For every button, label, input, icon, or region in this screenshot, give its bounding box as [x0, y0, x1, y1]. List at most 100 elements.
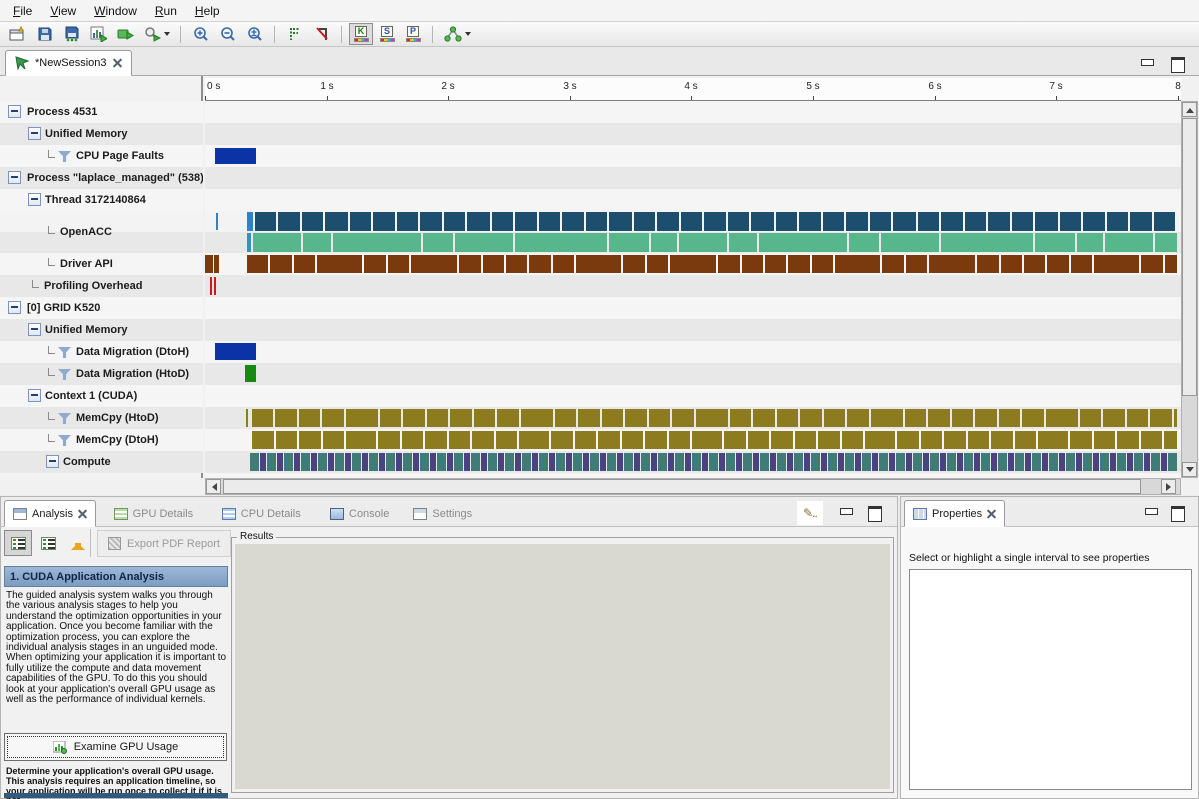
timeline-interval[interactable]	[753, 453, 759, 471]
timeline-interval[interactable]	[497, 409, 519, 427]
filter-funnel-icon[interactable]	[58, 369, 71, 380]
collapse-toggle-icon[interactable]	[8, 301, 21, 314]
timeline-interval[interactable]	[1161, 453, 1167, 471]
timeline-interval[interactable]	[679, 233, 727, 252]
timeline-interval[interactable]	[906, 255, 927, 273]
timeline-interval[interactable]	[981, 453, 990, 471]
timeline-interval[interactable]	[999, 409, 1020, 427]
timeline-interval[interactable]	[1165, 255, 1177, 273]
collapse-toggle-icon[interactable]	[46, 455, 59, 468]
timeline-interval[interactable]	[991, 453, 997, 471]
zoom-fit-button[interactable]	[242, 23, 267, 45]
timeline-interval[interactable]	[1047, 255, 1069, 273]
timeline-interval[interactable]	[214, 255, 219, 273]
timeline-interval[interactable]	[481, 453, 487, 471]
timeline-interval[interactable]	[380, 409, 401, 427]
timeline-interval[interactable]	[215, 148, 256, 164]
timeline-interval[interactable]	[325, 212, 348, 231]
timeline-interval[interactable]	[947, 453, 956, 471]
profile-dropdown-button[interactable]	[140, 23, 173, 45]
save-all-button[interactable]	[59, 23, 84, 45]
timeline-interval[interactable]	[278, 212, 300, 231]
timeline-interval[interactable]	[855, 453, 861, 471]
timeline-interval[interactable]	[532, 453, 538, 471]
timeline-interval[interactable]	[804, 453, 810, 471]
timeline-interval[interactable]	[483, 255, 504, 273]
timeline-interval[interactable]	[270, 255, 292, 273]
timeline-interval[interactable]	[718, 255, 740, 273]
timeline-interval[interactable]	[918, 212, 939, 231]
timeline-interval[interactable]	[301, 453, 310, 471]
timeline-row-label[interactable]: Process 4531	[0, 101, 203, 123]
tab-analysis[interactable]: Analysis	[4, 500, 96, 527]
timeline-interval[interactable]	[447, 453, 453, 471]
timeline-interval[interactable]	[303, 233, 331, 252]
timeline-interval[interactable]	[1035, 212, 1058, 231]
timeline-row-label[interactable]: Data Migration (DtoH)	[0, 341, 203, 363]
timeline-interval[interactable]	[515, 212, 537, 231]
timeline-interval[interactable]	[685, 453, 691, 471]
timeline-interval[interactable]	[294, 453, 300, 471]
view-menu-button[interactable]	[797, 501, 823, 525]
scroll-right-button[interactable]	[1161, 479, 1176, 494]
timeline-interval[interactable]	[553, 255, 574, 273]
timeline-interval[interactable]	[600, 453, 606, 471]
timeline-row-label[interactable]: Context 1 (CUDA)	[0, 385, 203, 407]
timeline-interval[interactable]	[379, 453, 385, 471]
filter-funnel-icon[interactable]	[58, 435, 71, 446]
timeline-interval[interactable]	[736, 453, 742, 471]
timeline-interval[interactable]	[420, 453, 429, 471]
timeline-interval[interactable]	[245, 365, 256, 382]
timeline-interval[interactable]	[323, 431, 344, 449]
vertical-scroll-thumb[interactable]	[1182, 118, 1197, 396]
timeline-interval[interactable]	[328, 453, 334, 471]
timeline-interval[interactable]	[897, 431, 919, 449]
analysis-tree-button[interactable]	[440, 23, 474, 45]
timeline-interval[interactable]	[1042, 453, 1048, 471]
timeline-interval[interactable]	[474, 409, 495, 427]
timeline-interval[interactable]	[670, 255, 716, 273]
collapse-toggle-icon[interactable]	[28, 389, 41, 402]
timeline-interval[interactable]	[719, 453, 725, 471]
timeline-interval[interactable]	[692, 453, 701, 471]
timeline-interval[interactable]	[651, 453, 657, 471]
minimize-properties-button[interactable]	[1144, 506, 1158, 518]
timeline-interval[interactable]	[1110, 453, 1116, 471]
timeline-interval[interactable]	[651, 233, 677, 252]
vertical-scrollbar[interactable]	[1181, 101, 1198, 478]
timeline-row-label[interactable]: [0] GRID K520	[0, 297, 203, 319]
timeline-interval[interactable]	[709, 453, 718, 471]
timeline-interval[interactable]	[818, 431, 840, 449]
timeline-interval[interactable]	[609, 233, 649, 252]
timeline-interval[interactable]	[668, 453, 674, 471]
timeline-interval[interactable]	[455, 233, 513, 252]
timeline-interval[interactable]	[906, 453, 912, 471]
guided-analysis-button[interactable]	[4, 530, 32, 556]
timeline-interval[interactable]	[1144, 453, 1150, 471]
timeline-row-label[interactable]: CPU Page Faults	[0, 145, 203, 167]
timeline-interval[interactable]	[250, 453, 259, 471]
tab-session[interactable]: *NewSession3	[5, 50, 132, 76]
timeline-interval[interactable]	[576, 255, 621, 273]
timeline-interval[interactable]	[1024, 255, 1045, 273]
timeline-interval[interactable]	[730, 409, 751, 427]
timeline-interval[interactable]	[386, 453, 395, 471]
timeline-interval[interactable]	[913, 453, 922, 471]
timeline-interval[interactable]	[729, 233, 757, 252]
timeline-interval[interactable]	[1077, 233, 1103, 252]
timeline-interval[interactable]	[1103, 409, 1125, 427]
timeline-interval[interactable]	[870, 212, 891, 231]
timeline-interval[interactable]	[812, 255, 833, 273]
timeline-interval[interactable]	[998, 453, 1007, 471]
generate-timeline-button[interactable]	[86, 23, 111, 45]
timeline-interval[interactable]	[824, 409, 845, 427]
timeline-interval[interactable]	[216, 213, 218, 230]
timeline-interval[interactable]	[215, 343, 256, 360]
timeline-interval[interactable]	[277, 453, 283, 471]
timeline-interval[interactable]	[362, 453, 368, 471]
timeline-interval[interactable]	[505, 453, 514, 471]
zoom-in-button[interactable]	[188, 23, 213, 45]
horizontal-scrollbar[interactable]	[205, 478, 1181, 495]
timeline-interval[interactable]	[539, 212, 560, 231]
timeline-interval[interactable]	[506, 255, 527, 273]
